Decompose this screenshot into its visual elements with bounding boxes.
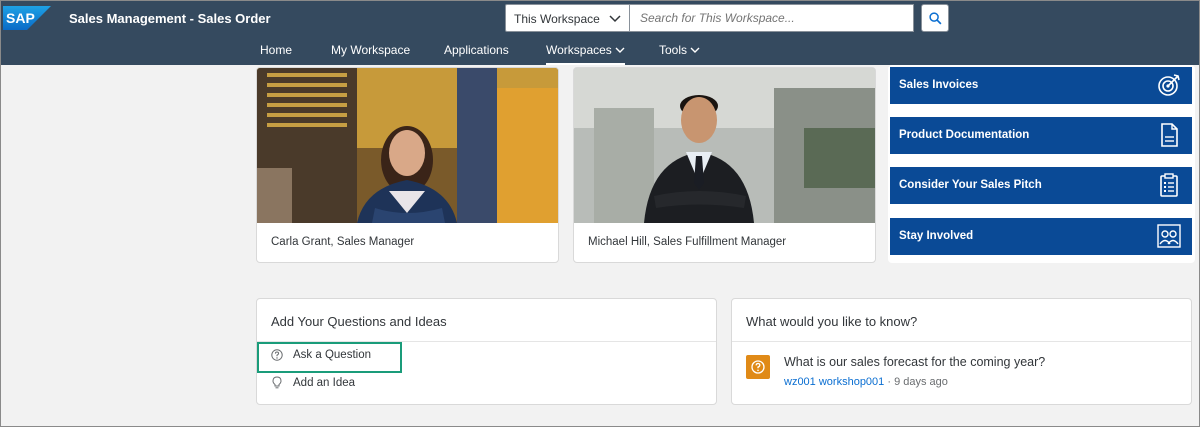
nav-tools[interactable]: Tools <box>659 43 700 65</box>
tile-label: Sales Invoices <box>899 79 979 91</box>
chevron-down-icon <box>615 47 625 54</box>
nav-workspaces-label: Workspaces <box>546 43 612 57</box>
chevron-down-icon <box>690 47 700 54</box>
michael-photo <box>574 68 875 223</box>
question-age: · 9 days ago <box>887 376 948 388</box>
know-card: What would you like to know? What is our… <box>731 298 1192 405</box>
tile-label: Consider Your Sales Pitch <box>899 179 1042 191</box>
target-icon <box>1158 74 1180 96</box>
nav-applications[interactable]: Applications <box>444 43 509 65</box>
tile-label: Product Documentation <box>899 129 1030 141</box>
tile-consider-sales-pitch[interactable]: Consider Your Sales Pitch <box>890 167 1192 204</box>
workspace-scope-select[interactable]: This Workspace <box>505 4 630 32</box>
ask-question-highlight <box>257 342 402 373</box>
nav-workspaces[interactable]: Workspaces <box>546 43 625 65</box>
chevron-down-icon <box>609 15 621 23</box>
workspace-scope-value: This Workspace <box>514 12 600 26</box>
tile-product-documentation[interactable]: Product Documentation <box>890 117 1192 154</box>
tile-stay-involved[interactable]: Stay Involved <box>890 218 1192 255</box>
people-icon <box>1157 224 1181 248</box>
search-input[interactable] <box>630 4 914 32</box>
question-author-link[interactable]: wz001 workshop001 <box>784 376 884 388</box>
nav-home-label: Home <box>260 43 293 57</box>
tile-label: Stay Involved <box>899 230 974 242</box>
nav-my-workspace[interactable]: My Workspace <box>331 43 410 65</box>
question-meta: wz001 workshop001 · 9 days ago <box>784 376 948 388</box>
ideas-card-title: Add Your Questions and Ideas <box>271 314 447 329</box>
svg-text:SAP: SAP <box>6 10 35 26</box>
carla-photo <box>257 68 558 223</box>
question-badge-icon <box>746 355 770 379</box>
lightbulb-icon <box>272 376 282 389</box>
tile-sales-invoices[interactable]: Sales Invoices <box>890 67 1192 104</box>
person-caption: Carla Grant, Sales Manager <box>271 236 415 248</box>
nav-tools-label: Tools <box>659 43 688 57</box>
search-button[interactable] <box>921 4 949 32</box>
nav-my-workspace-label: My Workspace <box>331 43 411 57</box>
main-navigation: Home My Workspace Applications Workspace… <box>1 43 1199 65</box>
add-idea-link[interactable]: Add an Idea <box>271 376 355 389</box>
person-card-michael[interactable]: Michael Hill, Sales Fulfillment Manager <box>573 67 876 263</box>
add-idea-label: Add an Idea <box>293 376 356 389</box>
person-card-carla[interactable]: Carla Grant, Sales Manager <box>256 67 559 263</box>
nav-applications-label: Applications <box>444 43 509 57</box>
clipboard-icon <box>1160 173 1178 197</box>
search-icon <box>928 11 941 24</box>
sap-logo[interactable]: SAP <box>3 6 51 30</box>
divider <box>732 341 1191 342</box>
know-card-title: What would you like to know? <box>746 314 918 329</box>
nav-home[interactable]: Home <box>260 43 292 65</box>
person-caption: Michael Hill, Sales Fulfillment Manager <box>588 236 787 248</box>
shell-header: SAP Sales Management - Sales Order This … <box>1 1 1199 65</box>
question-title[interactable]: What is our sales forecast for the comin… <box>784 355 1045 369</box>
app-title: Sales Management - Sales Order <box>69 11 271 26</box>
document-icon <box>1161 123 1178 147</box>
